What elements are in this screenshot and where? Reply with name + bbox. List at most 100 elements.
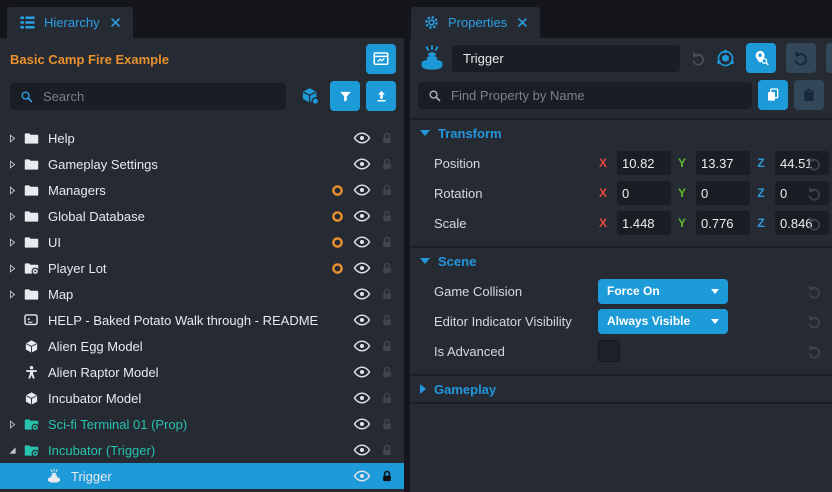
section-gameplay[interactable]: Gameplay (410, 374, 832, 404)
reset-icon[interactable] (806, 215, 824, 232)
tab-properties-close-icon[interactable] (517, 17, 528, 28)
rotation-x-input[interactable]: 0 (617, 181, 671, 205)
lock-icon[interactable] (380, 313, 394, 328)
game-collision-dropdown[interactable]: Force On (598, 279, 728, 304)
network-gizmo-icon[interactable] (715, 48, 736, 69)
reset-icon[interactable] (806, 313, 824, 330)
tree-row[interactable]: Gameplay Settings (0, 151, 404, 177)
lock-icon[interactable] (380, 365, 394, 380)
lock-icon[interactable] (380, 131, 394, 146)
lock-icon[interactable] (380, 209, 394, 224)
tree-row[interactable]: Sci-fi Terminal 01 (Prop) (0, 411, 404, 437)
editor-indicator-dropdown[interactable]: Always Visible (598, 309, 728, 334)
row-label: Alien Egg Model (48, 339, 331, 354)
property-search-input[interactable] (449, 87, 743, 104)
visibility-eye-icon[interactable] (353, 233, 371, 251)
lock-icon[interactable] (380, 287, 394, 302)
property-label: Position (434, 156, 598, 171)
section-transform[interactable]: Transform (410, 118, 832, 146)
tab-properties[interactable]: Properties (411, 7, 540, 38)
lock-icon[interactable] (380, 417, 394, 432)
paste-properties-button[interactable] (794, 80, 824, 110)
scale-x-input[interactable]: 1.448 (617, 211, 671, 235)
expander-icon[interactable] (7, 185, 22, 196)
reset-icon[interactable] (806, 185, 824, 202)
lock-icon[interactable] (380, 261, 394, 276)
lock-icon[interactable] (380, 235, 394, 250)
lock-icon[interactable] (380, 157, 394, 172)
transform-rows: Position X10.82 Y13.37 Z44.51 Rotation X… (410, 146, 832, 246)
visibility-eye-icon[interactable] (353, 181, 371, 199)
tree-row[interactable]: Player Lot (0, 255, 404, 281)
property-label: Rotation (434, 186, 598, 201)
export-button[interactable] (366, 81, 396, 111)
tree-row[interactable]: Global Database (0, 203, 404, 229)
section-scene[interactable]: Scene (410, 246, 832, 274)
expander-icon[interactable] (7, 419, 22, 430)
visibility-eye-icon[interactable] (353, 155, 371, 173)
visibility-eye-icon[interactable] (353, 129, 371, 147)
tree-row[interactable]: HELP - Baked Potato Walk through - READM… (0, 307, 404, 333)
expander-icon[interactable] (7, 211, 22, 222)
expander-icon[interactable] (7, 133, 22, 144)
tree-row[interactable]: Map (0, 281, 404, 307)
expander-icon[interactable] (7, 263, 22, 274)
expander-icon[interactable] (7, 237, 22, 248)
visibility-eye-icon[interactable] (353, 363, 371, 381)
reset-icon[interactable] (806, 283, 824, 300)
visibility-eye-icon[interactable] (353, 337, 371, 355)
group-objects-icon[interactable] (297, 86, 323, 107)
lock-icon[interactable] (380, 183, 394, 198)
tree-row[interactable]: UI (0, 229, 404, 255)
editor-window: Hierarchy Basic Camp Fire Example (0, 0, 832, 492)
tree-row[interactable]: Incubator Model (0, 385, 404, 411)
folder-icon (22, 234, 40, 251)
tree-row[interactable]: Incubator (Trigger) (0, 437, 404, 463)
is-advanced-checkbox[interactable] (598, 340, 620, 362)
tree-row[interactable]: Alien Egg Model (0, 333, 404, 359)
visibility-eye-icon[interactable] (353, 415, 371, 433)
visibility-eye-icon[interactable] (353, 467, 371, 485)
tree-row[interactable]: Trigger (0, 463, 404, 489)
tab-hierarchy[interactable]: Hierarchy (7, 7, 133, 38)
tab-hierarchy-close-icon[interactable] (110, 17, 121, 28)
hierarchy-search-input[interactable] (41, 88, 277, 105)
copy-properties-button[interactable] (758, 80, 788, 110)
visibility-eye-icon[interactable] (353, 441, 371, 459)
position-y-input[interactable]: 13.37 (696, 151, 750, 175)
revert-button[interactable] (786, 43, 816, 73)
tree-row[interactable]: Help (0, 125, 404, 151)
scale-y-input[interactable]: 0.776 (696, 211, 750, 235)
filter-button[interactable] (330, 81, 360, 111)
filter-funnel-icon (338, 89, 353, 104)
row-label: Alien Raptor Model (48, 365, 331, 380)
find-in-scene-button[interactable] (746, 43, 776, 73)
reset-icon[interactable] (806, 343, 824, 360)
screenshot-button[interactable] (366, 44, 396, 74)
tree-row[interactable]: Alien Raptor Model (0, 359, 404, 385)
project-title: Basic Camp Fire Example (10, 52, 169, 67)
expander-icon[interactable] (7, 445, 22, 456)
tree-row[interactable]: Managers (0, 177, 404, 203)
expander-icon[interactable] (7, 159, 22, 170)
lock-icon[interactable] (380, 391, 394, 406)
visibility-eye-icon[interactable] (353, 311, 371, 329)
properties-panel: Properties (410, 0, 832, 492)
rotation-y-input[interactable]: 0 (696, 181, 750, 205)
apply-button[interactable] (826, 43, 832, 73)
expander-icon[interactable] (7, 289, 22, 300)
cube-icon (22, 391, 40, 406)
row-label: Managers (48, 183, 331, 198)
lock-icon[interactable] (380, 469, 394, 484)
visibility-eye-icon[interactable] (353, 285, 371, 303)
reset-icon[interactable] (806, 155, 824, 172)
visibility-eye-icon[interactable] (353, 259, 371, 277)
visibility-eye-icon[interactable] (353, 389, 371, 407)
visibility-eye-icon[interactable] (353, 207, 371, 225)
lock-icon[interactable] (380, 443, 394, 458)
modified-indicator-icon (331, 210, 344, 223)
collapse-arrow-icon (420, 258, 430, 264)
lock-icon[interactable] (380, 339, 394, 354)
object-name-input[interactable] (461, 50, 671, 67)
position-x-input[interactable]: 10.82 (617, 151, 671, 175)
